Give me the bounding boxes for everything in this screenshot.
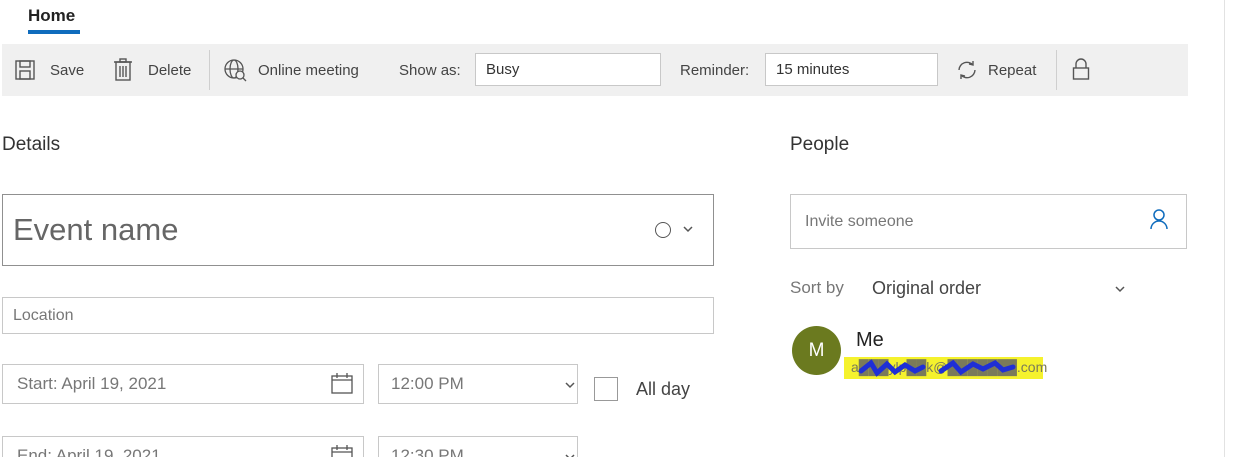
person-icon[interactable] bbox=[1150, 208, 1168, 235]
chevron-down-icon[interactable] bbox=[682, 222, 694, 240]
event-name-input[interactable]: Event name bbox=[2, 194, 714, 266]
sort-by-label: Sort by bbox=[790, 278, 844, 297]
online-meeting-button[interactable]: Online meeting bbox=[223, 44, 359, 96]
private-button[interactable] bbox=[1072, 44, 1090, 96]
all-day-label: All day bbox=[636, 379, 691, 399]
toolbar-separator bbox=[1056, 50, 1057, 90]
tab-home-underline bbox=[28, 30, 80, 34]
delete-label: Delete bbox=[148, 61, 192, 79]
chevron-down-icon[interactable] bbox=[564, 450, 576, 457]
end-time-select[interactable]: 12:30 PM bbox=[378, 436, 578, 457]
reminder-label: Reminder: bbox=[680, 61, 750, 79]
show-as-select[interactable]: Busy bbox=[475, 53, 661, 86]
online-meeting-label: Online meeting bbox=[258, 61, 359, 79]
lock-icon bbox=[1072, 58, 1090, 82]
chevron-down-icon[interactable] bbox=[1114, 282, 1126, 300]
save-icon bbox=[14, 59, 36, 81]
people-heading: People bbox=[790, 134, 850, 155]
online-meeting-icon bbox=[223, 58, 247, 82]
delete-icon bbox=[112, 58, 134, 82]
delete-button[interactable]: Delete bbox=[112, 44, 191, 96]
repeat-icon bbox=[955, 59, 979, 81]
invite-someone-input[interactable]: Invite someone bbox=[790, 194, 1187, 249]
start-time-select[interactable]: 12:00 PM bbox=[378, 364, 578, 404]
location-input[interactable]: Location bbox=[2, 297, 714, 334]
end-date-picker[interactable]: End: April 19, 2021 bbox=[2, 436, 364, 457]
save-button[interactable]: Save bbox=[14, 44, 84, 96]
attendee-name: Me bbox=[856, 329, 884, 351]
save-label: Save bbox=[50, 61, 85, 79]
all-day-checkbox[interactable] bbox=[594, 377, 618, 401]
avatar: M bbox=[792, 326, 841, 375]
calendar-icon[interactable] bbox=[331, 373, 353, 399]
redaction-scribble bbox=[858, 359, 1016, 377]
toolbar-separator bbox=[209, 50, 210, 90]
repeat-label: Repeat bbox=[988, 61, 1037, 79]
sort-by-select[interactable]: Original order bbox=[872, 278, 981, 299]
reminder-select[interactable]: 15 minutes bbox=[765, 53, 938, 86]
chevron-down-icon[interactable] bbox=[564, 378, 576, 396]
details-heading: Details bbox=[2, 134, 61, 155]
calendar-icon[interactable] bbox=[331, 445, 353, 457]
pane-divider bbox=[1224, 0, 1225, 457]
show-as-label: Show as: bbox=[399, 61, 461, 79]
start-date-picker[interactable]: Start: April 19, 2021 bbox=[2, 364, 364, 404]
tab-home[interactable]: Home bbox=[28, 6, 75, 26]
toolbar: Save Delete Online meeting Show as: Busy… bbox=[2, 44, 1188, 96]
category-circle-icon[interactable] bbox=[655, 222, 671, 238]
repeat-button[interactable]: Repeat bbox=[955, 44, 1036, 96]
